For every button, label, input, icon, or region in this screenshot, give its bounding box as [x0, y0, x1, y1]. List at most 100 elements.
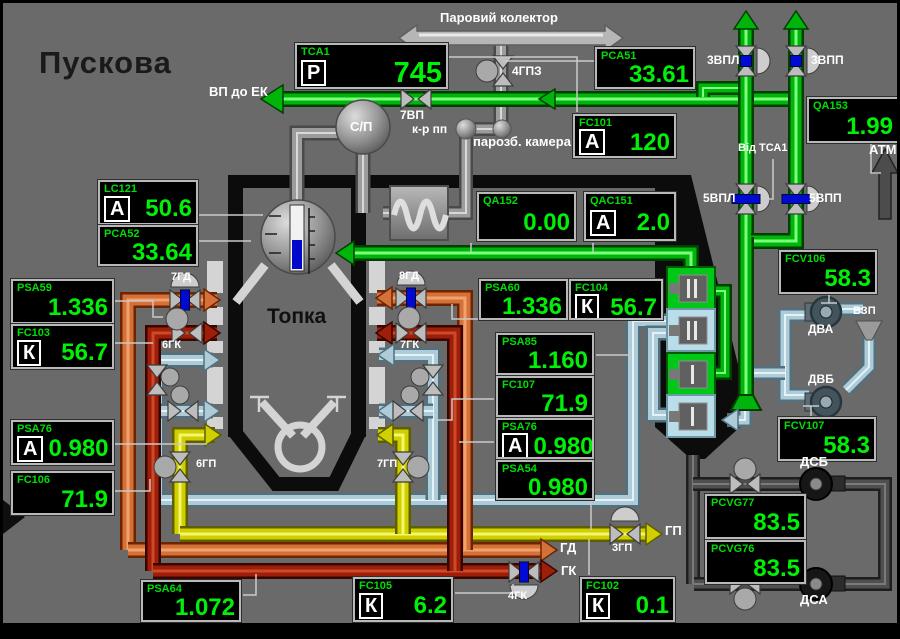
superheater-block-3	[667, 353, 715, 395]
display-tag: FC106	[17, 474, 108, 486]
display-value: 56.7	[604, 295, 657, 320]
mode-letter: А	[502, 433, 528, 459]
mode-letter: К	[17, 340, 41, 366]
display-tag: FC102	[586, 580, 669, 592]
display-value: 58.3	[785, 266, 871, 291]
page-title: Пускова	[39, 45, 172, 81]
vzp-funnel	[856, 321, 882, 340]
label-gk-line: ГК	[561, 563, 576, 578]
display-value: 83.5	[711, 510, 800, 535]
display-value: 83.5	[711, 556, 800, 581]
mode-letter: А	[590, 210, 616, 236]
display-value: 0.1	[615, 593, 669, 618]
label-valve-4gk: 4ГК	[508, 590, 527, 602]
display-tag: FC103	[17, 327, 108, 339]
display-pca51[interactable]: PCA51 33.61	[595, 47, 695, 89]
display-fc101[interactable]: FC101 А120	[573, 114, 676, 158]
display-fc106[interactable]: FC106 71.9	[11, 471, 114, 515]
superheater-block-4	[667, 395, 715, 437]
display-psa54[interactable]: PSA54 0.980	[496, 460, 594, 500]
fan-dsb[interactable]	[800, 468, 845, 500]
display-tca1[interactable]: TCA1 Р745	[295, 43, 448, 89]
label-valve-7gd: 7ГД	[171, 271, 191, 283]
pipe-green	[751, 215, 796, 241]
display-psa76-left[interactable]: PSA76 А0.980	[11, 420, 114, 465]
mode-letter: А	[579, 129, 605, 155]
label-parozb-camera: парозб. камера	[473, 134, 571, 149]
label-fan-dva: ДВА	[808, 322, 833, 336]
display-pcvg76[interactable]: PCVG76 83.5	[705, 540, 806, 584]
label-vzp: ВЗП	[853, 305, 876, 317]
display-fc105[interactable]: FC105 К6.2	[353, 577, 453, 622]
label-steam-collector: Паровий колектор	[440, 10, 558, 25]
display-qa153[interactable]: QA153 1.99	[807, 97, 899, 143]
label-vp-to-ek: ВП до ЕК	[209, 84, 268, 99]
display-tag: FCV106	[785, 253, 871, 265]
mode-letter: К	[359, 593, 383, 619]
bottom-bar	[3, 623, 897, 636]
display-pca52[interactable]: PCA52 33.64	[98, 225, 198, 266]
display-tag: QA152	[483, 195, 570, 207]
display-fc103[interactable]: FC103 К56.7	[11, 324, 114, 369]
display-fc104[interactable]: FC104 К56.7	[569, 279, 663, 320]
display-tag: FC105	[359, 580, 447, 592]
display-tag: PSA76	[17, 423, 108, 435]
display-value: 0.980	[533, 434, 593, 459]
valve-actuator	[161, 368, 179, 386]
label-valve-3vpl: 3ВПЛ	[707, 53, 739, 67]
arrow-gp	[646, 523, 662, 545]
arrow-gd	[541, 539, 557, 561]
display-value: 120	[610, 130, 670, 155]
arrow-3vpl-out	[734, 11, 758, 29]
display-value: 6.2	[388, 593, 447, 618]
display-value: 71.9	[502, 391, 588, 416]
display-value: 33.61	[601, 62, 689, 87]
scada-mimic-startup-boiler: TCA1 Р745 PCA51 33.61 FC101 А120 QA153 1…	[0, 0, 900, 639]
label-fan-dsa: ДСА	[800, 592, 828, 607]
label-fan-dvb: ДВБ	[808, 372, 834, 386]
display-tag: PSA59	[17, 282, 108, 294]
display-value: 33.64	[104, 240, 192, 265]
valve-5vpl[interactable]	[732, 184, 770, 214]
arrow-to-drum	[336, 241, 354, 265]
display-value: 71.9	[17, 487, 108, 512]
display-psa59[interactable]: PSA59 1.336	[11, 279, 114, 324]
label-topka: Топка	[267, 305, 326, 329]
atm-vent-arrow	[872, 149, 898, 219]
label-valve-8gd: 8ГД	[399, 270, 419, 282]
display-pcvg77[interactable]: PCVG77 83.5	[705, 494, 806, 539]
display-fc102[interactable]: FC102 К0.1	[580, 577, 675, 622]
label-valve-6gp: 6ГП	[196, 458, 216, 470]
label-valve-3vpp: 3ВПП	[811, 53, 844, 67]
display-value: 1.072	[147, 595, 235, 620]
display-tag: FCV107	[784, 420, 870, 432]
display-tag: FC101	[579, 117, 670, 129]
valve-actuator	[411, 368, 429, 386]
label-valve-5vpp: 5ВПП	[809, 191, 842, 205]
display-qa152[interactable]: QA152 0.00	[477, 192, 576, 241]
display-value: 1.336	[17, 295, 108, 320]
mode-letter: Р	[301, 60, 326, 86]
label-gp-line: ГП	[665, 523, 682, 538]
display-lc121[interactable]: LC121 А50.6	[98, 180, 198, 225]
superheater-block-2	[667, 309, 715, 351]
display-tag: QA153	[813, 100, 893, 112]
display-psa85[interactable]: PSA85 1.160	[496, 333, 594, 375]
label-valve-6gk: 6ГК	[162, 339, 181, 351]
label-fan-dsb: ДСБ	[800, 454, 828, 469]
display-tag: PCVG77	[711, 497, 800, 509]
display-psa76-center[interactable]: PSA76 А0.980	[496, 418, 594, 459]
display-tag: PCVG76	[711, 543, 800, 555]
display-tag: LC121	[104, 183, 192, 195]
display-fcv106[interactable]: FCV106 58.3	[779, 250, 877, 294]
pipe-gray	[297, 133, 341, 209]
display-fc107[interactable]: FC107 71.9	[496, 376, 594, 417]
label-atm: АТМ	[869, 142, 897, 157]
superheater-block-1	[667, 267, 715, 309]
label-sp-sphere: С/П	[350, 119, 372, 134]
label-valve-4gpz: 4ГПЗ	[512, 64, 542, 78]
display-qac151[interactable]: QAC151 А2.0	[584, 192, 676, 241]
display-psa64[interactable]: PSA64 1.072	[141, 580, 241, 622]
display-value: 1.99	[813, 114, 893, 139]
display-psa60[interactable]: PSA60 1.336	[479, 279, 568, 320]
